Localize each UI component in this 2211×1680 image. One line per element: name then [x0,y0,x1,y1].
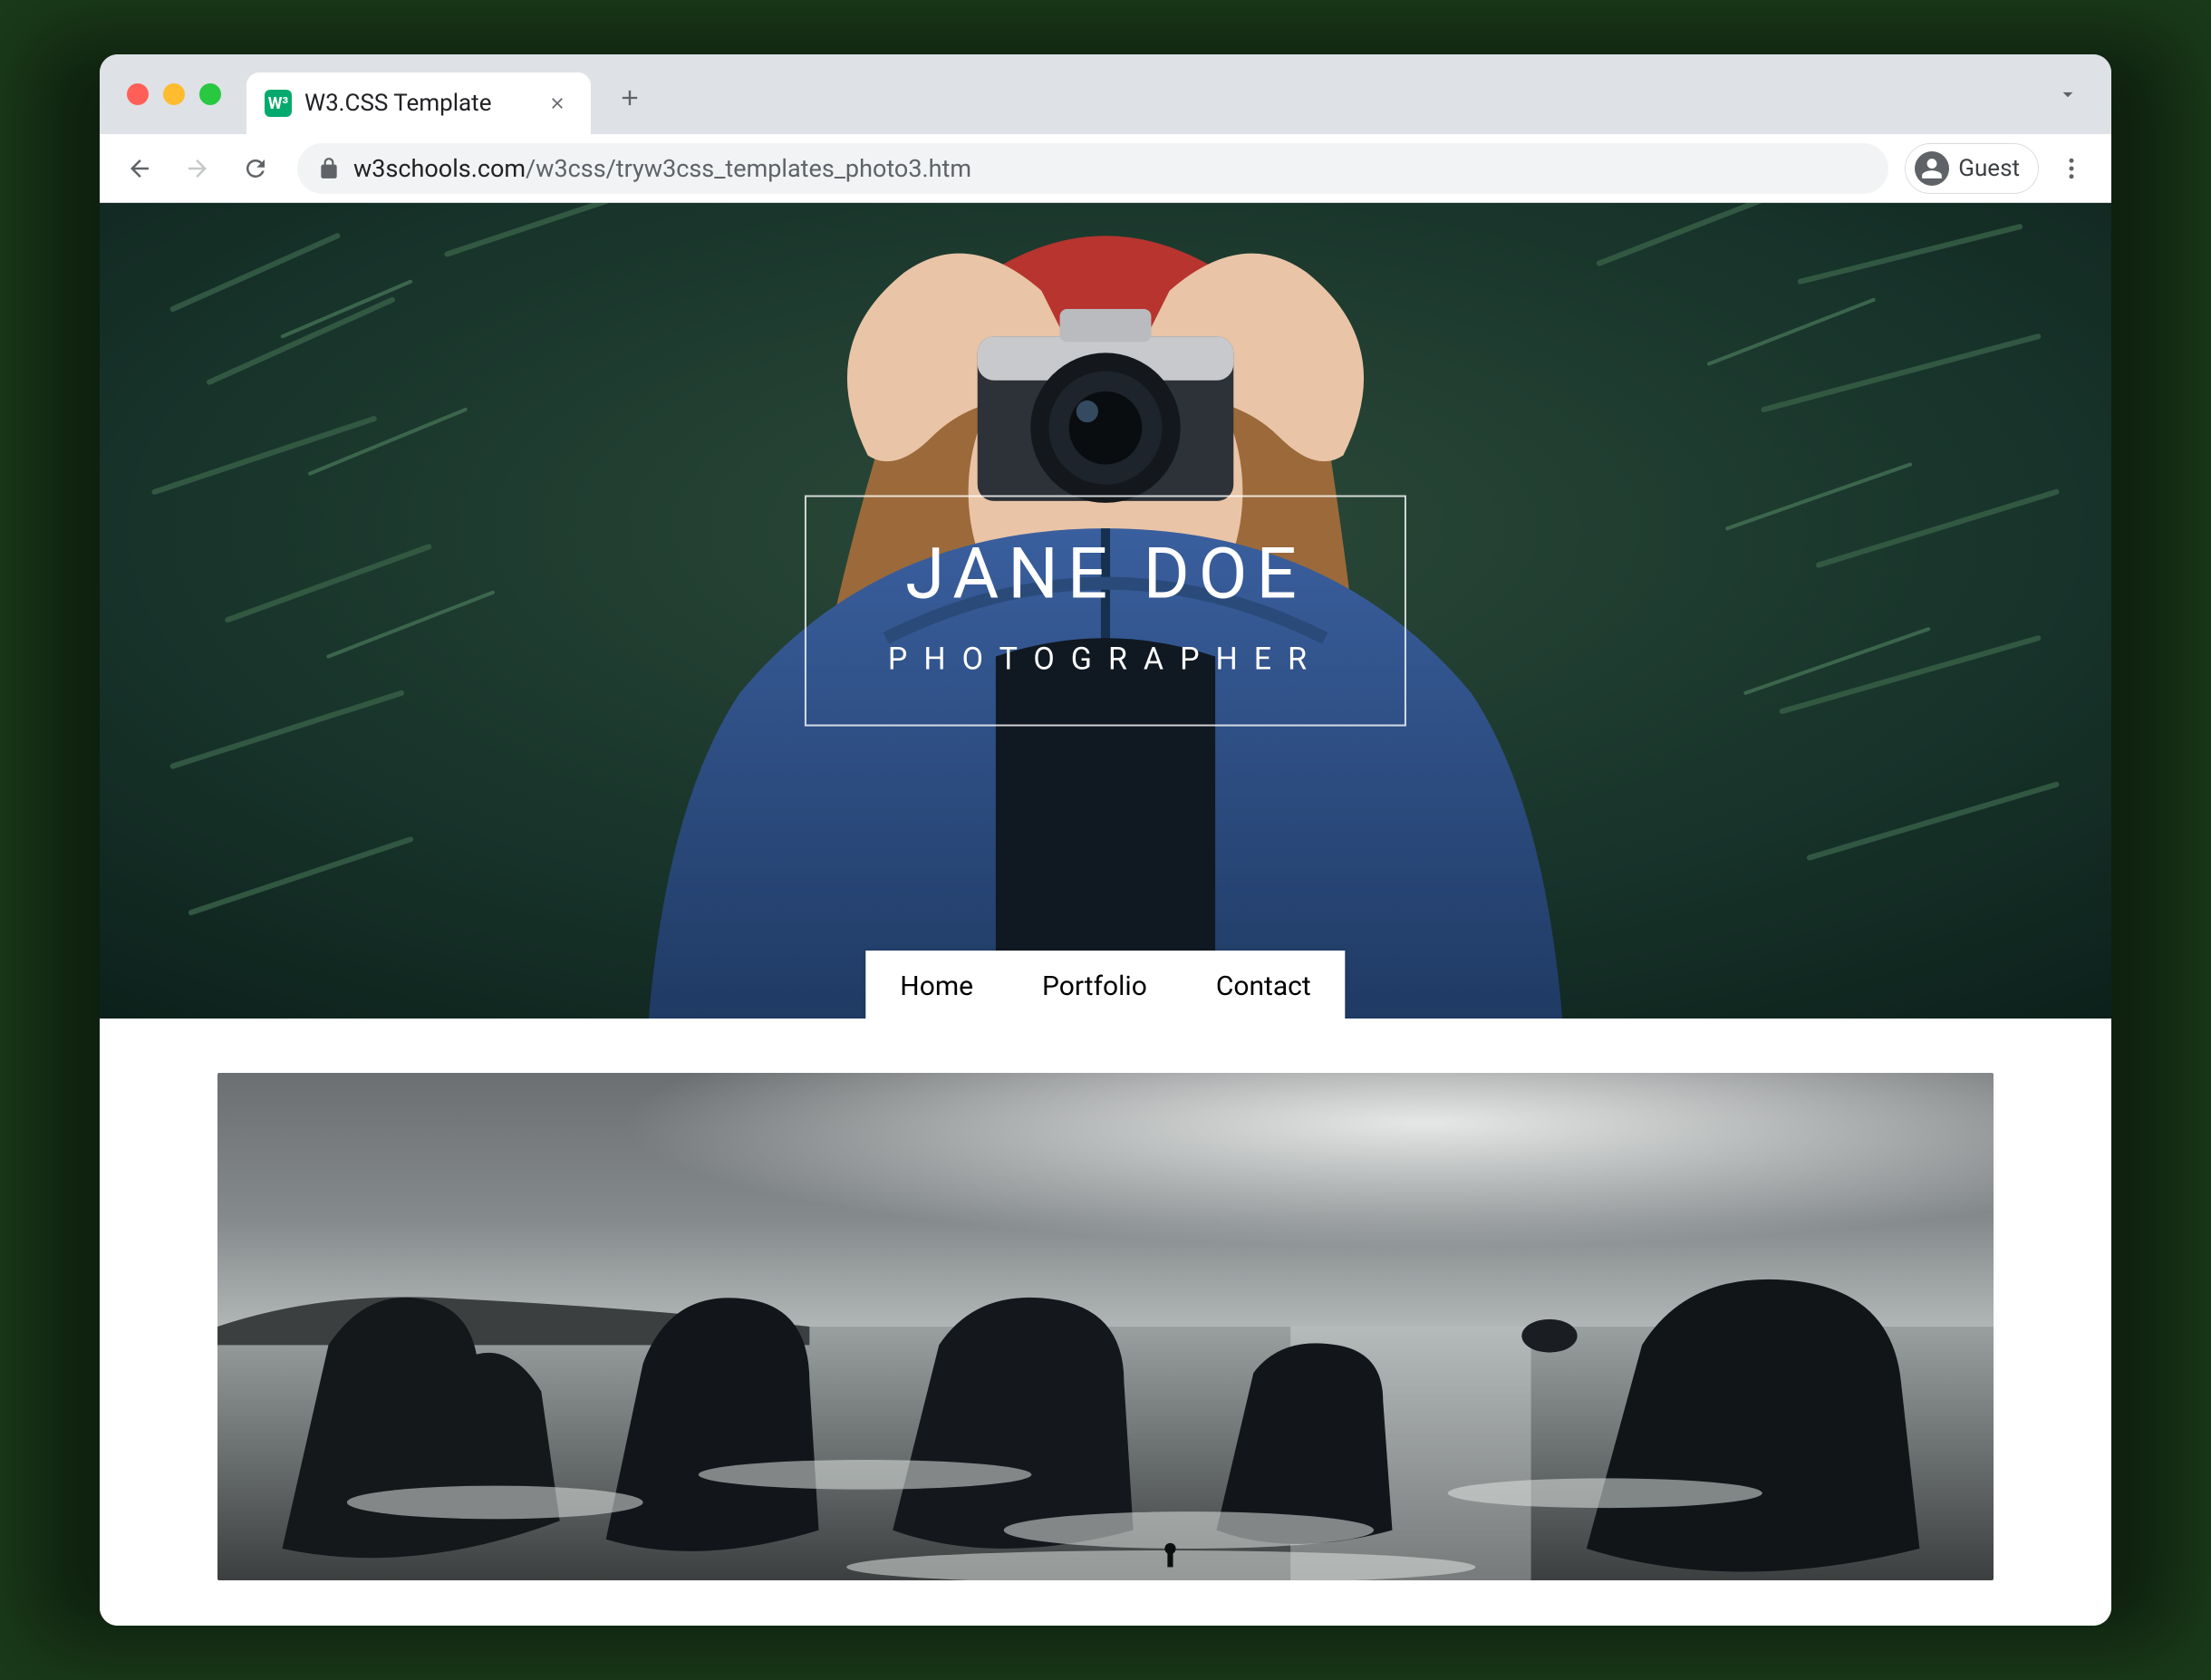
favicon-letter: W³ [268,94,288,113]
profile-label: Guest [1958,155,2020,182]
reload-icon [242,155,269,182]
browser-toolbar: w3schools.com/w3css/tryw3css_templates_p… [100,134,2111,203]
main-nav: Home Portfolio Contact [865,951,1345,1019]
gallery-section [100,1019,2111,1580]
hero-name: JANE DOE [888,534,1323,616]
plus-icon [617,85,642,111]
window-zoom-button[interactable] [199,83,221,105]
browser-tab[interactable]: W³ W3.CSS Template [246,72,591,134]
nav-forward-button[interactable] [172,143,223,194]
tab-strip: W³ W3.CSS Template [100,54,2111,134]
seascape-image [217,1073,1994,1580]
tab-favicon: W³ [265,90,292,117]
kebab-icon [2058,155,2085,182]
avatar-icon [1915,151,1949,186]
hero-title-box: JANE DOE PHOTOGRAPHER [805,496,1406,727]
nav-link-home[interactable]: Home [865,951,1008,1019]
nav-reload-button[interactable] [230,143,281,194]
window-close-button[interactable] [127,83,149,105]
nav-link-contact[interactable]: Contact [1182,951,1346,1019]
close-icon [548,94,566,112]
tab-close-button[interactable] [546,92,569,115]
new-tab-button[interactable] [605,73,654,122]
browser-window: W³ W3.CSS Template w3schools [100,54,2111,1626]
arrow-right-icon [184,155,211,182]
url-host: w3schools.com [353,154,526,183]
window-minimize-button[interactable] [163,83,185,105]
chevron-down-icon [2056,82,2080,106]
arrow-left-icon [126,155,153,182]
tabs-menu-button[interactable] [2050,76,2086,112]
hero-subtitle: PHOTOGRAPHER [888,642,1323,678]
gallery-photo[interactable] [217,1073,1994,1580]
window-controls [127,83,221,105]
tab-title: W3.CSS Template [304,90,533,117]
browser-menu-button[interactable] [2046,143,2097,194]
address-bar[interactable]: w3schools.com/w3css/tryw3css_templates_p… [297,143,1888,194]
hero-section: JANE DOE PHOTOGRAPHER Home Portfolio Con… [100,203,2111,1019]
lock-icon [317,157,341,180]
page-viewport[interactable]: JANE DOE PHOTOGRAPHER Home Portfolio Con… [100,203,2111,1626]
nav-link-portfolio[interactable]: Portfolio [1008,951,1182,1019]
profile-button[interactable]: Guest [1905,143,2039,194]
nav-back-button[interactable] [114,143,165,194]
url-path: /w3css/tryw3css_templates_photo3.htm [526,154,971,183]
